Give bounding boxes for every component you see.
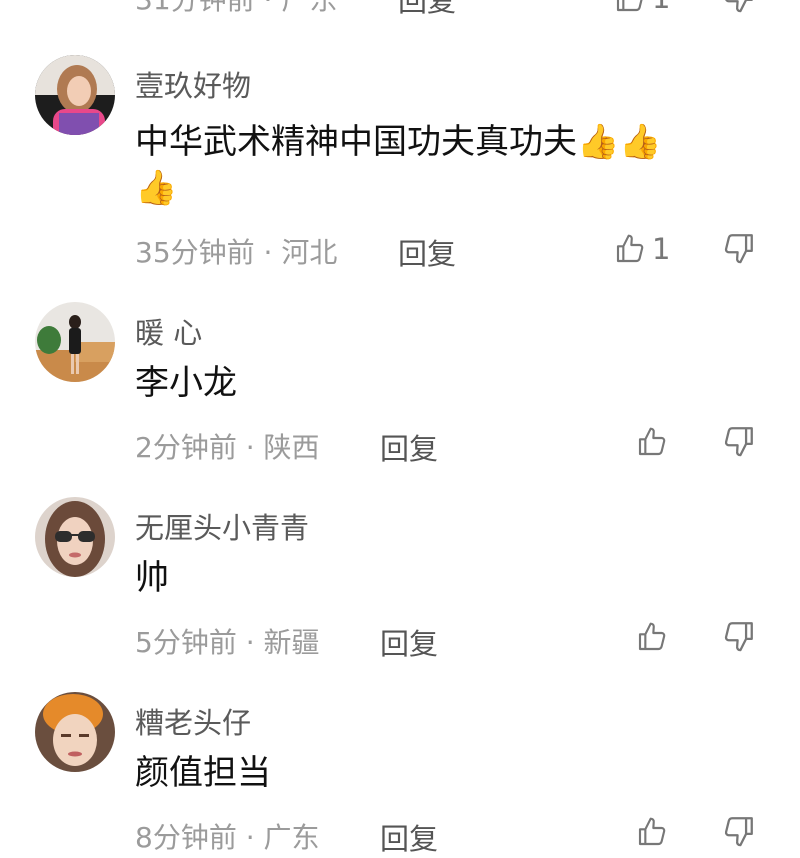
thumbs-down-outline-icon: [724, 427, 753, 457]
dislike-button[interactable]: [722, 619, 756, 653]
thumbs-up-outline-icon: [638, 622, 666, 651]
thumbs-up-outline-icon: [616, 0, 643, 12]
avatar[interactable]: [35, 302, 115, 382]
comment-text: 颜值担当: [135, 753, 271, 793]
thumbs-up-outline-icon: [638, 817, 666, 846]
username[interactable]: 无厘头小青青: [135, 505, 309, 547]
thumbs-down-outline-icon: [725, 0, 753, 13]
dislike-button[interactable]: [722, 0, 756, 14]
thumbs-up-emoji: 👍: [135, 168, 178, 208]
comment-meta: 2分钟前 · 陕西: [135, 431, 320, 464]
avatar[interactable]: [35, 55, 115, 135]
like-button[interactable]: [636, 814, 668, 850]
username[interactable]: 暖 心: [135, 310, 202, 352]
thumbs-up-outline-icon: [638, 427, 666, 456]
username[interactable]: 糟老头仔: [135, 700, 251, 742]
like-count: 1: [652, 232, 671, 266]
like-button[interactable]: 1: [614, 231, 670, 267]
comment-meta: 35分钟前 · 河北: [135, 236, 338, 269]
like-button[interactable]: [636, 424, 668, 460]
avatar[interactable]: [35, 497, 115, 577]
thumbs-down-outline-icon: [724, 234, 753, 264]
comment-text: 中华武术精神中国功夫真功夫👍👍 👍: [135, 122, 662, 208]
reply-button[interactable]: 回复: [398, 231, 456, 273]
reply-button[interactable]: 回复: [380, 816, 438, 858]
avatar[interactable]: [35, 692, 115, 772]
thumbs-down-outline-icon: [724, 622, 753, 652]
comment-text: 李小龙: [135, 363, 237, 403]
thumbs-up-outline-icon: [616, 234, 644, 263]
dislike-button[interactable]: [722, 814, 756, 848]
like-button[interactable]: [636, 619, 668, 655]
dislike-button[interactable]: [722, 424, 756, 458]
reply-button[interactable]: 回复: [380, 426, 438, 468]
dislike-button[interactable]: [722, 231, 756, 265]
comment-meta: 31分钟前 · 广东: [135, 0, 337, 18]
reply-button[interactable]: 回复: [398, 0, 456, 20]
comment-meta: 8分钟前 · 广东: [135, 821, 320, 854]
like-count: 1: [652, 0, 670, 15]
thumbs-down-outline-icon: [724, 817, 753, 847]
comment-text: 帅: [135, 558, 169, 598]
username[interactable]: 壹玖好物: [135, 63, 251, 105]
thumbs-up-emoji: 👍: [619, 122, 662, 162]
like-button[interactable]: 1: [614, 0, 670, 16]
comment-meta: 5分钟前 · 新疆: [135, 626, 320, 659]
reply-button[interactable]: 回复: [380, 621, 438, 663]
thumbs-up-emoji: 👍: [577, 122, 620, 162]
